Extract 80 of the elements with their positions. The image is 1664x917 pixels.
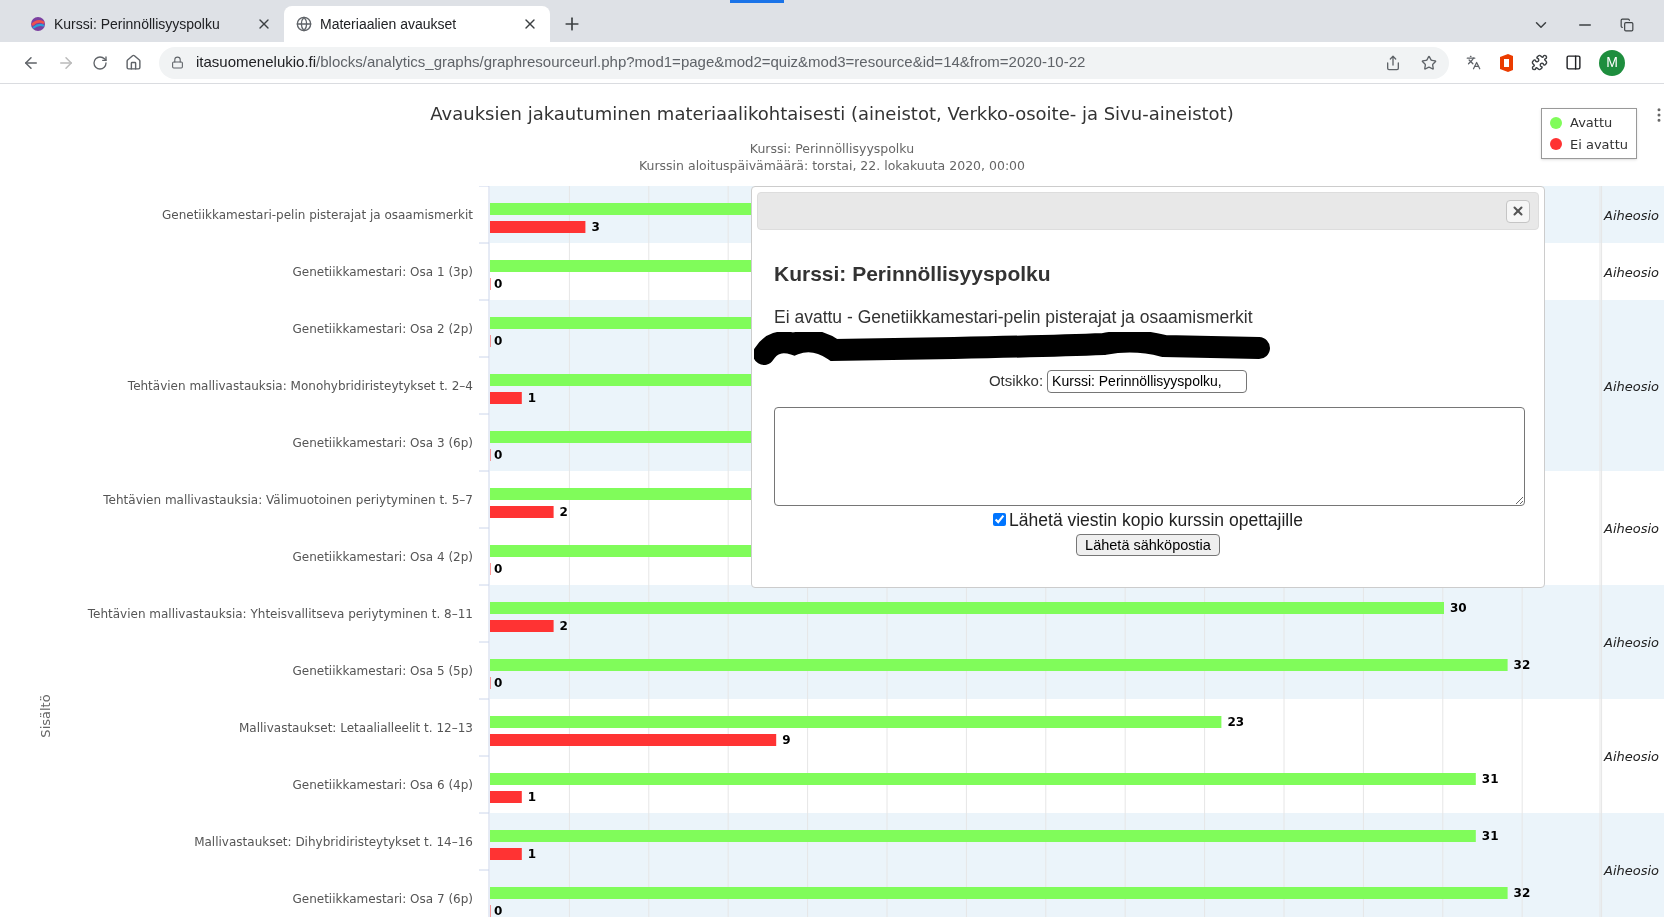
data-label: 1 (527, 847, 537, 861)
data-label: 0 (494, 334, 503, 348)
profile-avatar[interactable]: M (1599, 49, 1625, 76)
copy-checkbox[interactable] (993, 513, 1007, 527)
browser-tab[interactable]: Materiaalien avaukset (284, 6, 550, 42)
share-icon[interactable] (1385, 54, 1401, 71)
bar (490, 791, 522, 803)
bar (490, 392, 522, 404)
message-field[interactable] (774, 406, 1525, 506)
data-label: 0 (494, 676, 503, 690)
data-label: 9 (782, 733, 791, 747)
subject-label: Otsikko: (988, 371, 1044, 391)
bar (490, 506, 554, 518)
office-icon[interactable] (1498, 53, 1514, 72)
category-label: Genetiikkamestari: Osa 3 (6p) (292, 436, 473, 450)
dialog-message: Ei avattu - Genetiikkamestari-pelin pisterajat ja osaamismerkit (774, 305, 1254, 329)
send-button[interactable]: Lähetä sähköpostia (1076, 534, 1220, 556)
category-label: Genetiikkamestari: Osa 6 (4p) (292, 778, 473, 792)
data-label: 1 (527, 391, 537, 405)
category-label: Tehtävien mallivastauksia: Monohybridiristeytykset t. 2–4 (127, 379, 473, 393)
translate-icon[interactable] (1466, 55, 1481, 70)
data-label: 23 (1227, 715, 1245, 729)
chart-subtitle: Kurssin aloituspäivämäärä: torstai, 22. lokakuuta 2020, 00:00 (638, 157, 1026, 174)
category-label: Mallivastaukset: Dihybridiristeytykset t. 14–16 (194, 835, 473, 849)
dialog-heading: Kurssi: Perinnöllisyyspolku (774, 261, 1052, 287)
close-button[interactable] (1506, 199, 1530, 223)
data-label: 31 (1481, 829, 1499, 843)
side-panel-icon[interactable] (1565, 54, 1582, 71)
group-label: Aiheosio (1604, 749, 1660, 764)
url-text: itasuomenelukio.fi/blocks/analytics_graphs/graphresourceurl.php?mod1=page&mod2=quiz&mod3=resource&id=14&from=2020-10-22 (196, 52, 1086, 73)
data-label: 30 (1450, 601, 1467, 615)
category-label: Genetiikkamestari: Osa 7 (6p) (292, 892, 473, 906)
data-label: 32 (1513, 658, 1531, 672)
checkbox-label: Lähetä viestin kopio kurssin opettajille (1009, 508, 1303, 532)
address-field[interactable]: itasuomenelukio.fi/blocks/analytics_graphs/graphresourceurl.php?mod1=page&mod2=quiz&mod3=resource&id=14&from=2020-10-22 (159, 46, 1449, 79)
bar (490, 848, 522, 860)
tab-title: Kurssi: Perinnöllisyyspolku (54, 14, 221, 34)
data-label: 31 (1481, 772, 1499, 786)
group-label: Aiheosio (1604, 378, 1660, 394)
category-label: Mallivastaukset: Letaalialleelit t. 12–13 (239, 721, 473, 735)
legend-label[interactable]: Avattu (1570, 113, 1613, 133)
group-label: Aiheosio (1604, 521, 1660, 536)
axis-title: Sisältö (38, 694, 53, 738)
star-icon[interactable] (1421, 54, 1437, 71)
globe-icon (296, 16, 312, 32)
category-label: Genetiikkamestari-pelin pisterajat ja osaamismerkit (162, 208, 473, 222)
category-label: Genetiikkamestari: Osa 1 (3p) (292, 265, 473, 279)
category-label: Genetiikkamestari: Osa 2 (2p) (292, 322, 473, 336)
data-label: 0 (494, 448, 503, 462)
group-label: Aiheosio (1604, 207, 1660, 223)
group-label: Aiheosio (1604, 863, 1660, 878)
data-label: 0 (494, 562, 503, 576)
data-label: 1 (527, 790, 537, 804)
data-label: 2 (559, 505, 568, 519)
chart-subtitle: Kurssi: Perinnöllisyyspolku (749, 140, 915, 157)
close-icon (1511, 204, 1525, 218)
category-label: Tehtävien mallivastauksia: Välimuotoinen periytyminen t. 5–7 (103, 493, 473, 507)
loading-indicator (730, 0, 784, 3)
group-label: Aiheosio (1604, 264, 1660, 280)
data-label: 2 (559, 619, 568, 633)
data-label: 0 (494, 277, 503, 291)
category-label: Genetiikkamestari: Osa 4 (2p) (292, 550, 473, 564)
extensions-icon[interactable] (1531, 54, 1548, 71)
category-label: Genetiikkamestari: Osa 5 (5p) (292, 664, 473, 678)
chart-title: Avauksien jakautuminen materiaalikohtaisesti (aineistot, Verkko-osoite- ja Sivu-aineistot) (430, 102, 1234, 126)
group-label: Aiheosio (1604, 635, 1660, 650)
lock-icon (171, 56, 184, 69)
home-icon[interactable] (125, 54, 142, 71)
legend-label[interactable]: Ei avattu (1569, 134, 1628, 154)
browser-tab[interactable]: Kurssi: Perinnöllisyyspolku (18, 6, 284, 42)
bar (490, 620, 554, 632)
restore-icon[interactable] (1620, 18, 1634, 32)
data-label: 0 (494, 904, 503, 917)
data-label: 3 (591, 220, 600, 234)
subject-field[interactable]: Kurssi: Perinnöllisyyspolku, (1047, 369, 1248, 393)
reload-icon[interactable] (92, 54, 108, 71)
swirl-logo-icon (30, 16, 46, 32)
tab-title: Materiaalien avaukset (320, 14, 458, 34)
data-label: 32 (1513, 886, 1531, 900)
category-label: Tehtävien mallivastauksia: Yhteisvallitseva periytyminen t. 8–11 (87, 607, 473, 621)
